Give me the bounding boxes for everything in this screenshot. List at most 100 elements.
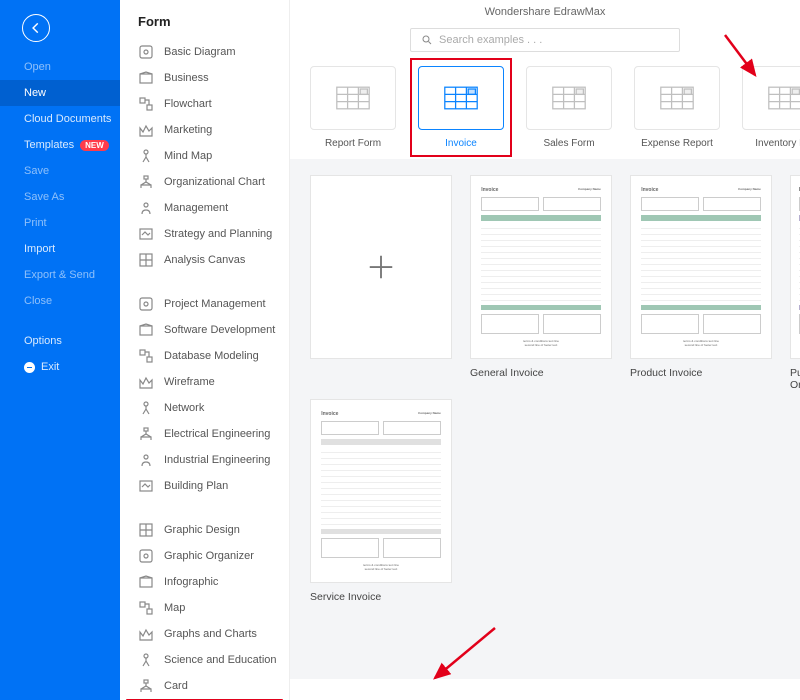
category-icon: [138, 44, 154, 60]
template-preview: InvoiceCompany Nameterms & conditions te…: [310, 399, 452, 583]
category-item-software-development[interactable]: Software Development: [120, 317, 289, 343]
template-type-row: Report Form Invoice Sales Form Expense Repo…: [290, 66, 800, 159]
category-icon: [138, 374, 154, 390]
category-item-management[interactable]: Management: [120, 195, 289, 221]
app-title: Wondershare EdrawMax: [290, 0, 800, 22]
category-panel: Form Basic DiagramBusiness Flowchart Marke…: [120, 0, 290, 700]
category-icon: [138, 400, 154, 416]
sidebar-item-label: New: [24, 87, 46, 99]
type-card-invoice[interactable]: Invoice: [418, 66, 504, 149]
template-preview: InvoiceCompany Nameterms & conditions te…: [470, 175, 612, 359]
category-icon: [138, 296, 154, 312]
sidebar-item-label: Cloud Documents: [24, 113, 111, 125]
sidebar-item-open[interactable]: Open: [0, 54, 120, 80]
category-item-mind-map[interactable]: Mind Map: [120, 143, 289, 169]
category-label: Management: [164, 202, 228, 214]
category-label: Network: [164, 402, 204, 414]
category-item-marketing[interactable]: Marketing: [120, 117, 289, 143]
category-item-graphs-and-charts[interactable]: Graphs and Charts: [120, 621, 289, 647]
template-purchase-ord[interactable]: InvoiceCompany Nameterms & conditions te…: [790, 175, 800, 391]
main-content: Wondershare EdrawMax Search examples . .…: [290, 0, 800, 700]
template-general-invoice[interactable]: InvoiceCompany Nameterms & conditions te…: [470, 175, 612, 391]
category-icon: [138, 200, 154, 216]
search-input[interactable]: Search examples . . .: [410, 28, 680, 52]
type-card-sales-form[interactable]: Sales Form: [526, 66, 612, 149]
category-label: Graphs and Charts: [164, 628, 257, 640]
category-item-database-modeling[interactable]: Database Modeling: [120, 343, 289, 369]
category-icon: [138, 70, 154, 86]
sidebar-item-label: Close: [24, 295, 52, 307]
category-item-organizational-chart[interactable]: Organizational Chart: [120, 169, 289, 195]
category-icon: [138, 322, 154, 338]
category-label: Graphic Organizer: [164, 550, 254, 562]
sidebar-item-cloud-documents[interactable]: Cloud Documents: [0, 106, 120, 132]
category-icon: [138, 522, 154, 538]
category-item-card[interactable]: Card: [120, 673, 289, 699]
type-icon: [418, 66, 504, 130]
sidebar-item-options[interactable]: Options: [0, 328, 120, 354]
sidebar-item-label: Export & Send: [24, 269, 95, 281]
sidebar-item-close[interactable]: Close: [0, 288, 120, 314]
sidebar-item-save[interactable]: Save: [0, 158, 120, 184]
category-item-map[interactable]: Map: [120, 595, 289, 621]
category-label: Graphic Design: [164, 524, 240, 536]
plus-icon: [366, 252, 396, 282]
type-label: Sales Form: [526, 138, 612, 149]
left-sidebar: Open New Cloud Documents TemplatesNEWSave Sa…: [0, 0, 120, 700]
sidebar-item-label: Import: [24, 243, 55, 255]
category-icon: [138, 626, 154, 642]
exit-icon: [24, 362, 35, 373]
category-item-graphic-organizer[interactable]: Graphic Organizer: [120, 543, 289, 569]
category-label: Flowchart: [164, 98, 212, 110]
sidebar-item-save-as[interactable]: Save As: [0, 184, 120, 210]
type-icon: [742, 66, 800, 130]
category-label: Card: [164, 680, 188, 692]
type-card-inventory-list[interactable]: Inventory List: [742, 66, 800, 149]
category-icon: [138, 652, 154, 668]
sidebar-item-new[interactable]: New: [0, 80, 120, 106]
template-product-invoice[interactable]: InvoiceCompany Nameterms & conditions te…: [630, 175, 772, 391]
type-label: Report Form: [310, 138, 396, 149]
category-item-analysis-canvas[interactable]: Analysis Canvas: [120, 247, 289, 273]
category-icon: [138, 548, 154, 564]
category-item-electrical-engineering[interactable]: Electrical Engineering: [120, 421, 289, 447]
category-item-project-management[interactable]: Project Management: [120, 291, 289, 317]
sidebar-item-print[interactable]: Print: [0, 210, 120, 236]
template-blank[interactable]: [310, 175, 452, 391]
template-service-invoice[interactable]: InvoiceCompany Nameterms & conditions te…: [310, 399, 452, 603]
sidebar-item-label: Exit: [41, 361, 59, 373]
sidebar-item-export-send[interactable]: Export & Send: [0, 262, 120, 288]
category-item-graphic-design[interactable]: Graphic Design: [120, 517, 289, 543]
category-icon: [138, 122, 154, 138]
sidebar-item-label: Templates: [24, 139, 74, 151]
category-title: Form: [120, 0, 289, 39]
category-item-science-and-education[interactable]: Science and Education: [120, 647, 289, 673]
type-label: Inventory List: [742, 138, 800, 149]
sidebar-item-label: Save As: [24, 191, 64, 203]
category-item-basic-diagram[interactable]: Basic Diagram: [120, 39, 289, 65]
sidebar-item-import[interactable]: Import: [0, 236, 120, 262]
type-icon: [310, 66, 396, 130]
template-preview: InvoiceCompany Nameterms & conditions te…: [630, 175, 772, 359]
type-card-report-form[interactable]: Report Form: [310, 66, 396, 149]
sidebar-item-templates[interactable]: TemplatesNEW: [0, 132, 120, 158]
category-icon: [138, 148, 154, 164]
category-item-strategy-and-planning[interactable]: Strategy and Planning: [120, 221, 289, 247]
category-item-wireframe[interactable]: Wireframe: [120, 369, 289, 395]
category-label: Industrial Engineering: [164, 454, 270, 466]
category-item-business[interactable]: Business: [120, 65, 289, 91]
category-item-infographic[interactable]: Infographic: [120, 569, 289, 595]
category-label: Software Development: [164, 324, 275, 336]
back-button[interactable]: [22, 14, 50, 42]
category-item-industrial-engineering[interactable]: Industrial Engineering: [120, 447, 289, 473]
category-label: Organizational Chart: [164, 176, 265, 188]
sidebar-item-exit[interactable]: Exit: [0, 354, 120, 380]
category-icon: [138, 478, 154, 494]
category-item-building-plan[interactable]: Building Plan: [120, 473, 289, 499]
category-icon: [138, 348, 154, 364]
category-label: Electrical Engineering: [164, 428, 270, 440]
category-item-flowchart[interactable]: Flowchart: [120, 91, 289, 117]
type-card-expense-report[interactable]: Expense Report: [634, 66, 720, 149]
category-icon: [138, 96, 154, 112]
category-item-network[interactable]: Network: [120, 395, 289, 421]
